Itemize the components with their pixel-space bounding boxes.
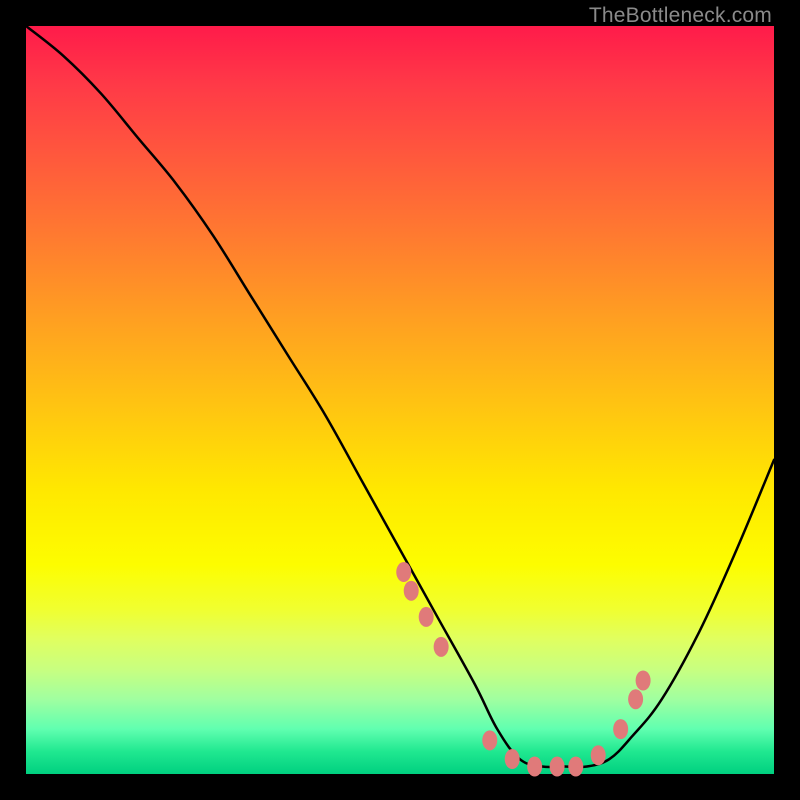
marker-dot xyxy=(568,757,583,777)
chart-svg xyxy=(26,26,774,774)
marker-group xyxy=(396,562,650,776)
marker-dot xyxy=(434,637,449,657)
marker-dot xyxy=(636,671,651,691)
chart-container: TheBottleneck.com xyxy=(0,0,800,800)
marker-dot xyxy=(613,719,628,739)
main-curve xyxy=(26,26,774,767)
marker-dot xyxy=(419,607,434,627)
marker-dot xyxy=(550,757,565,777)
marker-dot xyxy=(591,745,606,765)
marker-dot xyxy=(396,562,411,582)
marker-dot xyxy=(482,730,497,750)
marker-dot xyxy=(505,749,520,769)
marker-dot xyxy=(527,757,542,777)
watermark-text: TheBottleneck.com xyxy=(589,4,772,28)
marker-dot xyxy=(404,581,419,601)
plot-area xyxy=(26,26,774,774)
marker-dot xyxy=(628,689,643,709)
